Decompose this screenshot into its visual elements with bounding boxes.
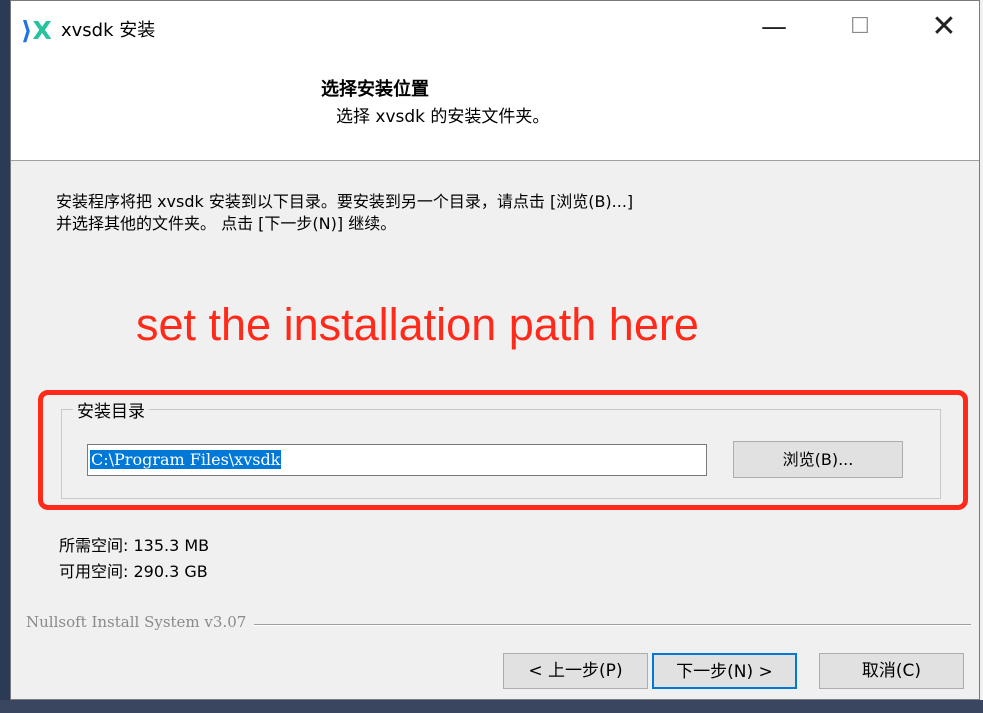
page-title: 选择安装位置 — [321, 79, 429, 100]
background-taskbar-edge — [0, 700, 983, 713]
disk-space-info: 所需空间: 135.3 MB 可用空间: 290.3 GB — [59, 533, 209, 585]
cancel-button[interactable]: 取消(C) — [819, 653, 964, 689]
window-title: xvsdk 安装 — [61, 20, 156, 41]
space-required: 所需空间: 135.3 MB — [59, 536, 210, 555]
minimize-button[interactable]: — — [745, 1, 803, 53]
page-subtitle: 选择 xvsdk 的安装文件夹。 — [336, 107, 550, 127]
content-area: 安装程序将把 xvsdk 安装到以下目录。要安装到另一个目录，请点击 [浏览(B… — [11, 161, 979, 699]
back-button[interactable]: < 上一步(P) — [503, 653, 648, 689]
space-available: 可用空间: 290.3 GB — [59, 562, 208, 581]
branding-text: Nullsoft Install System v3.07 — [26, 613, 255, 631]
annotation-label: set the installation path here — [136, 299, 699, 350]
next-button[interactable]: 下一步(N) > — [652, 653, 797, 689]
page-header: 选择安装位置 选择 xvsdk 的安装文件夹。 — [11, 53, 979, 161]
instructions-text: 安装程序将把 xvsdk 安装到以下目录。要安装到另一个目录，请点击 [浏览(B… — [56, 191, 956, 235]
maximize-button[interactable]: ☐ — [831, 1, 889, 53]
background-desktop-edge — [0, 0, 10, 713]
close-button[interactable]: ✕ — [915, 1, 973, 53]
branding-separator: Nullsoft Install System v3.07 — [26, 613, 971, 633]
installer-window: ⟩X xvsdk 安装 — ☐ ✕ 选择安装位置 选择 xvsdk 的安装文件夹… — [10, 0, 980, 700]
xvsdk-logo-icon: ⟩X — [21, 16, 52, 45]
instructions-line-1: 安装程序将把 xvsdk 安装到以下目录。要安装到另一个目录，请点击 [浏览(B… — [56, 192, 634, 211]
annotation-highlight-box — [38, 390, 968, 510]
instructions-line-2: 并选择其他的文件夹。 点击 [下一步(N)] 继续。 — [56, 214, 397, 233]
title-bar[interactable]: ⟩X xvsdk 安装 — ☐ ✕ — [11, 1, 979, 53]
